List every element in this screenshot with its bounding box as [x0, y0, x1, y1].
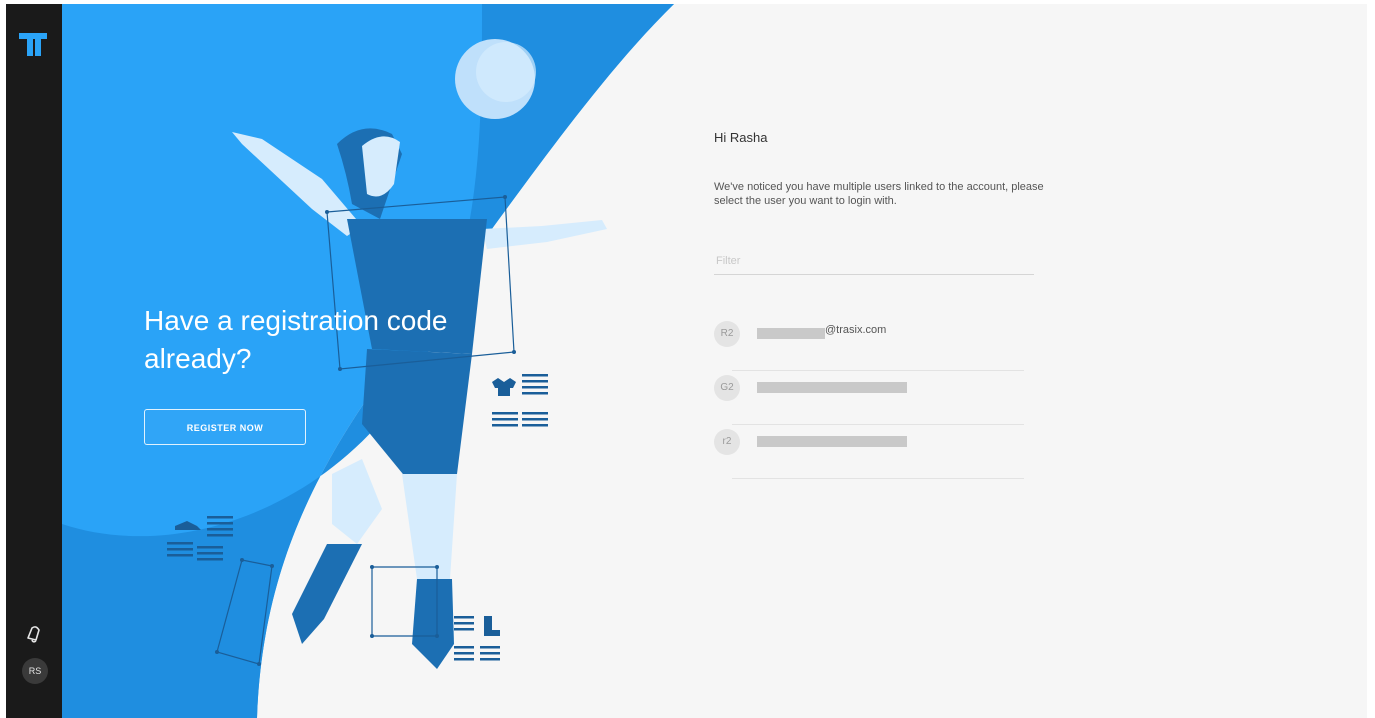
instruction-text: We've noticed you have multiple users li…	[714, 181, 1044, 207]
left-rail: RS	[6, 4, 62, 718]
redacted-email	[757, 382, 907, 393]
tt-logo-icon[interactable]	[18, 30, 48, 58]
redacted-email	[757, 436, 907, 447]
greeting: Hi Rasha	[714, 130, 768, 145]
user-initials: r2	[714, 429, 740, 455]
user-row[interactable]: G2	[714, 371, 1024, 425]
hero-headline: Have a registration code already?	[144, 305, 448, 374]
user-row[interactable]: r2	[714, 425, 1024, 479]
redacted-email	[757, 328, 825, 339]
bell-icon[interactable]	[24, 624, 44, 644]
filter-input[interactable]	[714, 248, 1034, 275]
app-window: RS Have a registration code already? REG…	[6, 4, 1367, 718]
register-now-button[interactable]: REGISTER NOW	[144, 409, 306, 445]
user-initials: G2	[714, 375, 740, 401]
user-avatar[interactable]: RS	[22, 658, 48, 684]
user-row[interactable]: R2 @trasix.com	[714, 317, 1024, 371]
user-initials: R2	[714, 321, 740, 347]
user-list: R2 @trasix.com G2 r2	[714, 317, 1024, 479]
email-suffix: @trasix.com	[825, 324, 887, 336]
